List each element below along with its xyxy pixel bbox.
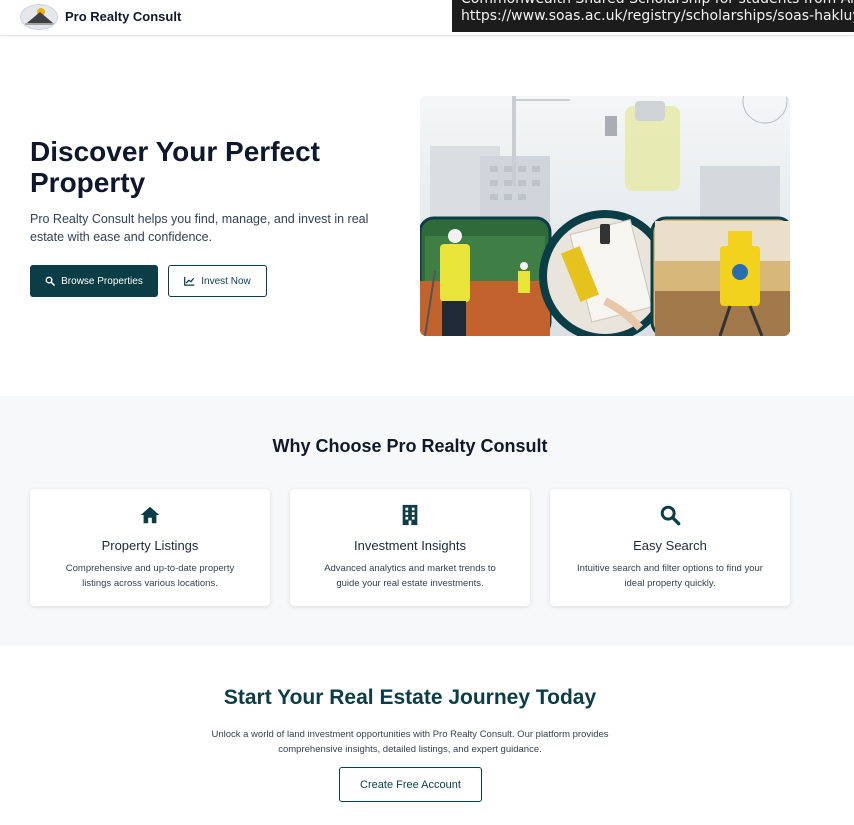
create-free-account-button[interactable]: Create Free Account [339,767,482,802]
feature-description: Intuitive search and filter options to f… [577,563,763,589]
feature-card-easy-search: Easy Search Intuitive search and filter … [550,489,790,606]
features-title: Why Choose Pro Realty Consult [272,436,548,456]
feature-title: Easy Search [633,538,707,553]
hero-subtitle: Pro Realty Consult helps you find, manag… [30,212,369,244]
brand-link[interactable]: Pro Realty Consult [20,3,181,30]
invest-now-label: Invest Now [201,275,251,287]
logo [20,3,58,30]
browse-properties-label: Browse Properties [61,275,143,287]
feature-title: Investment Insights [354,538,466,553]
url-tooltip: Commonwealth Shared Scholarship for stud… [452,0,854,32]
feature-card-property-listings: Property Listings Comprehensive and up-t… [30,489,270,606]
brand-name: Pro Realty Consult [65,9,182,24]
feature-description: Comprehensive and up-to-date property li… [65,563,235,589]
feature-card-investment-insights: Investment Insights Advanced analytics a… [290,489,530,606]
search-icon [45,276,55,286]
features-section: Why Choose Pro Realty Consult Property L… [0,396,854,646]
browse-properties-button[interactable]: Browse Properties [30,265,158,297]
hero-image [420,96,790,336]
home-icon [140,506,160,524]
building-icon [402,504,418,526]
create-free-account-label: Create Free Account [360,778,461,791]
feature-description: Advanced analytics and market trends to … [324,563,496,589]
search-icon [660,505,681,526]
cta-title: Start Your Real Estate Journey Today [223,686,597,709]
cta-description: Unlock a world of land investment opport… [211,729,609,755]
invest-now-button[interactable]: Invest Now [168,265,267,297]
feature-title: Property Listings [101,538,199,553]
hero-title: Discover Your Perfect Property [30,136,320,198]
chart-line-icon [184,276,195,286]
tooltip-title: Commonwealth Shared Scholarship for stud… [461,0,854,8]
tooltip-url: https://www.soas.ac.uk/registry/scholars… [461,8,854,24]
